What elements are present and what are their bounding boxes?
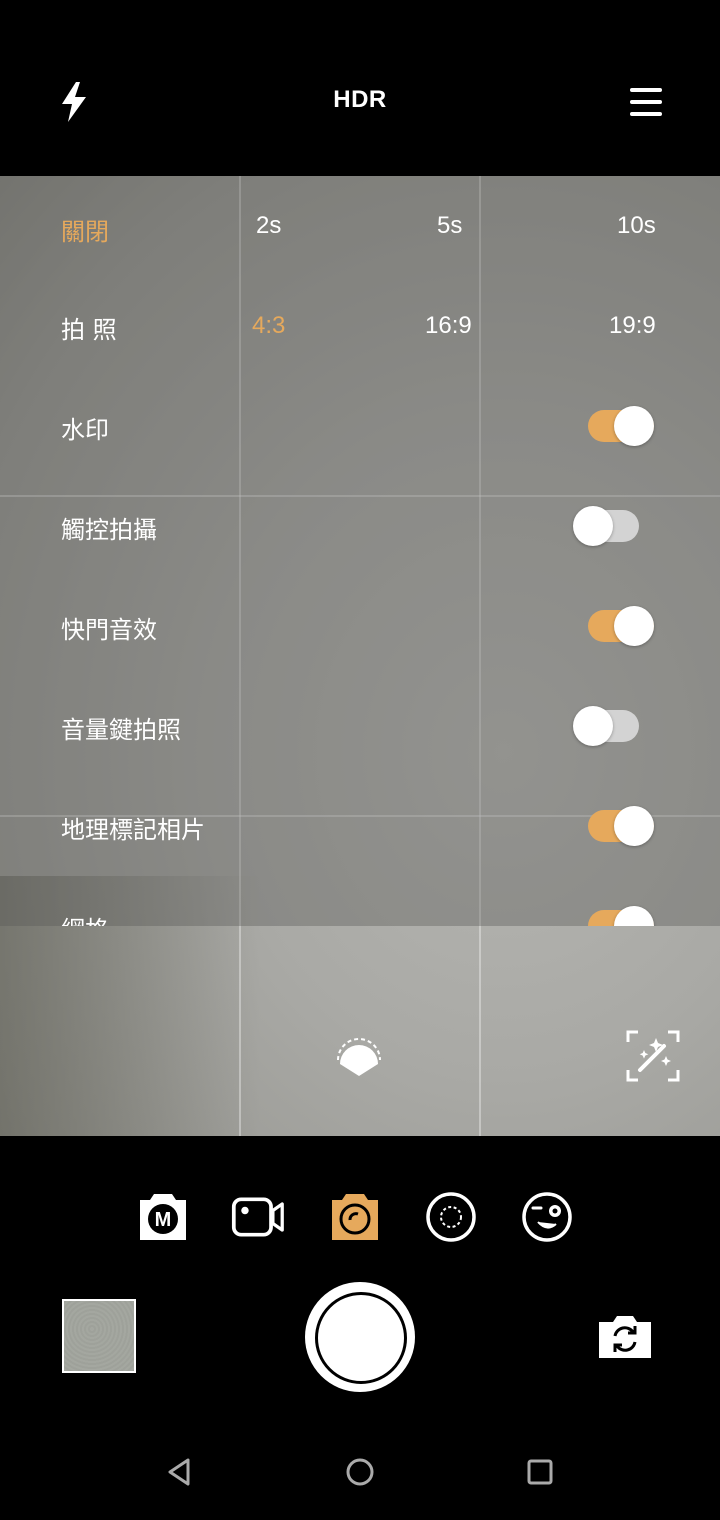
- grid-label: 網格: [61, 910, 109, 926]
- timer-option-10s[interactable]: 10s: [617, 212, 656, 240]
- home-icon[interactable]: [344, 1456, 376, 1488]
- geotag-toggle[interactable]: [588, 806, 654, 846]
- ai-scene-magic-icon[interactable]: [626, 1030, 680, 1082]
- hamburger-menu-icon[interactable]: [630, 88, 662, 116]
- recents-icon[interactable]: [524, 1456, 556, 1488]
- ratio-option-4-3[interactable]: 4:3: [252, 312, 285, 340]
- volume-key-capture-toggle[interactable]: [573, 706, 639, 746]
- touch-capture-toggle[interactable]: [573, 506, 639, 546]
- timer-option-off[interactable]: 關閉: [61, 212, 109, 247]
- watermark-toggle[interactable]: [588, 406, 654, 446]
- shutter-sound-toggle[interactable]: [588, 606, 654, 646]
- ratio-option-16-9[interactable]: 16:9: [425, 312, 472, 340]
- selfie-mode-icon[interactable]: [520, 1190, 574, 1244]
- watermark-label: 水印: [61, 416, 109, 444]
- timer-option-5s[interactable]: 5s: [437, 212, 462, 240]
- grid-toggle[interactable]: [588, 906, 654, 926]
- photo-mode-icon[interactable]: [328, 1190, 382, 1244]
- ratio-label: 拍 照: [61, 316, 117, 344]
- touch-capture-label: 觸控拍攝: [61, 516, 157, 544]
- hdr-button[interactable]: HDR: [0, 86, 720, 114]
- ratio-option-19-9[interactable]: 19:9: [609, 312, 656, 340]
- beauty-face-icon[interactable]: [332, 1034, 386, 1078]
- manual-mode-label: M: [155, 1209, 172, 1231]
- volume-key-capture-label: 音量鍵拍照: [61, 716, 181, 744]
- shutter-sound-label: 快門音效: [61, 616, 157, 644]
- shutter-button[interactable]: [305, 1282, 415, 1392]
- switch-camera-icon[interactable]: [597, 1314, 653, 1360]
- panorama-mode-icon[interactable]: [424, 1190, 478, 1244]
- top-bar: HDR: [0, 0, 720, 176]
- grid-setting-row-clipped: 網格: [0, 900, 720, 926]
- geotag-label: 地理標記相片: [61, 816, 205, 844]
- timer-option-2s[interactable]: 2s: [256, 212, 281, 240]
- back-icon[interactable]: [164, 1456, 196, 1488]
- video-mode-icon[interactable]: [231, 1190, 285, 1244]
- manual-mode-icon[interactable]: M: [136, 1190, 190, 1244]
- gallery-thumbnail[interactable]: [62, 1299, 136, 1373]
